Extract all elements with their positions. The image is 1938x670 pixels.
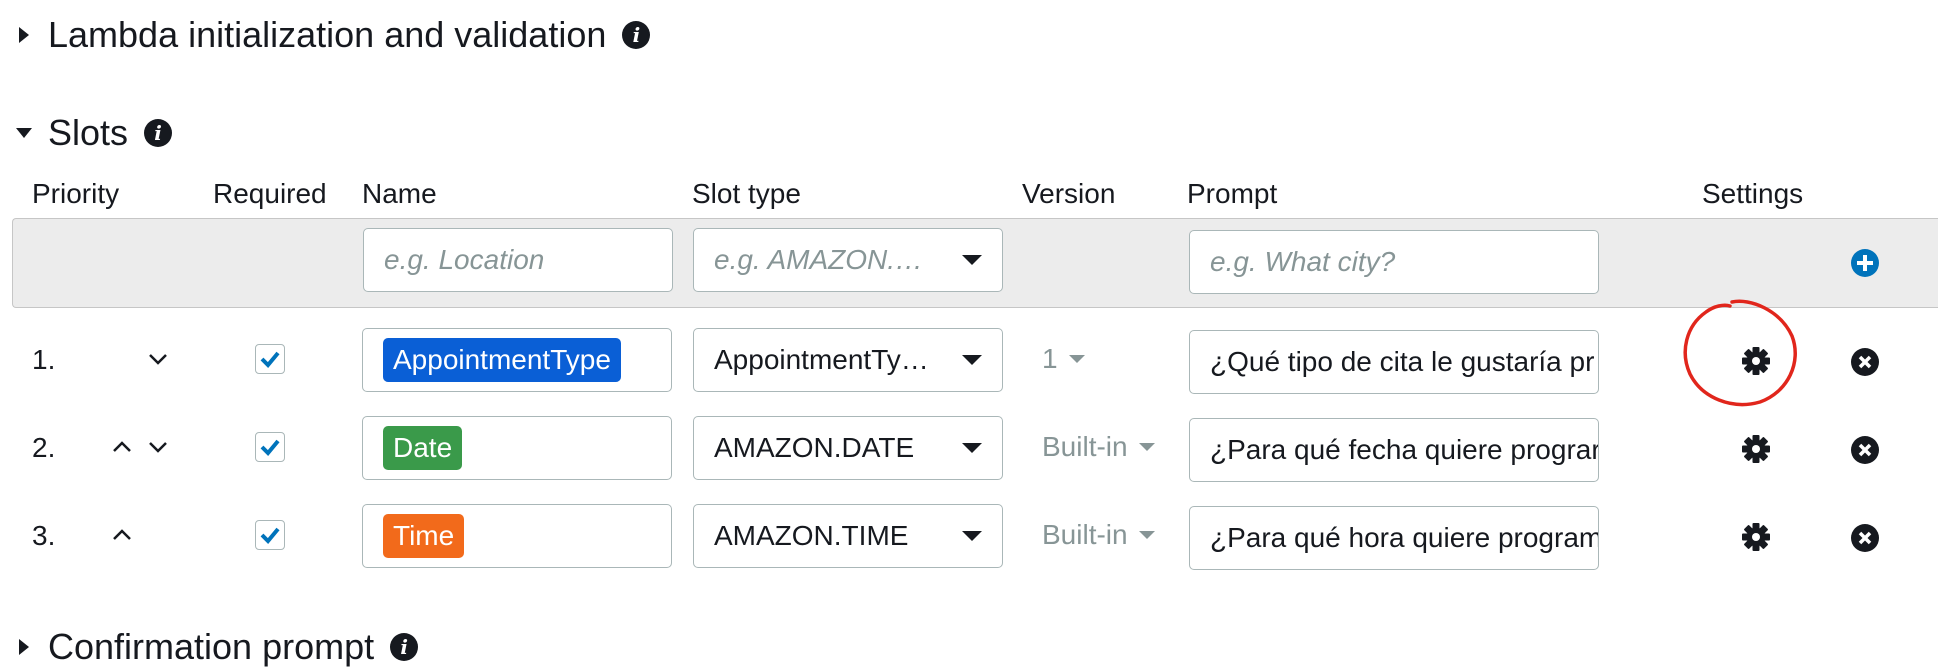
section-slots-header[interactable]: Slots i bbox=[0, 108, 173, 158]
remove-slot-icon[interactable] bbox=[1850, 523, 1880, 553]
select-value: AppointmentTy… bbox=[714, 344, 929, 375]
column-header-version: Version bbox=[1022, 178, 1116, 209]
select-value: e.g. AMAZON.… bbox=[714, 244, 924, 275]
remove-slot-icon[interactable] bbox=[1850, 347, 1880, 377]
new-slot-prompt-field[interactable] bbox=[1189, 230, 1599, 294]
column-header-required: Required bbox=[213, 178, 327, 209]
info-icon[interactable]: i bbox=[144, 119, 173, 147]
column-header-name: Name bbox=[362, 178, 437, 209]
required-checkbox[interactable] bbox=[255, 432, 285, 462]
version-select[interactable]: Built-in bbox=[1042, 431, 1156, 463]
new-slot-name-input[interactable] bbox=[364, 244, 672, 276]
prompt-value: ¿Para qué fecha quiere prograr bbox=[1210, 434, 1598, 465]
version-value: Built-in bbox=[1042, 431, 1128, 462]
prompt-value: ¿Para qué hora quiere program bbox=[1210, 522, 1598, 553]
version-value: 1 bbox=[1042, 343, 1058, 374]
add-slot-icon[interactable] bbox=[1850, 248, 1880, 278]
slot-name-field[interactable]: Date bbox=[362, 416, 672, 480]
priority-number: 1. bbox=[32, 344, 56, 375]
info-icon[interactable]: i bbox=[622, 21, 651, 49]
move-up-icon[interactable] bbox=[106, 519, 138, 551]
required-checkbox[interactable] bbox=[255, 344, 285, 374]
section-title: Lambda initialization and validation bbox=[48, 14, 607, 55]
dropdown-arrow-icon bbox=[942, 254, 1002, 266]
slot-type-select[interactable]: AMAZON.DATE bbox=[693, 416, 1003, 480]
slot-name-field[interactable]: AppointmentType bbox=[362, 328, 672, 392]
slot-name-chip: AppointmentType bbox=[383, 338, 621, 382]
version-select[interactable]: Built-in bbox=[1042, 519, 1156, 551]
dropdown-arrow-icon bbox=[942, 442, 1002, 454]
slot-type-select[interactable]: AppointmentTy… bbox=[693, 328, 1003, 392]
gear-icon[interactable] bbox=[1740, 521, 1772, 553]
version-value: Built-in bbox=[1042, 519, 1128, 550]
slot-name-chip: Date bbox=[383, 426, 463, 470]
dropdown-arrow-icon bbox=[942, 354, 1002, 366]
section-confirmation-header[interactable]: Confirmation prompt i bbox=[0, 622, 419, 670]
move-up-icon[interactable] bbox=[106, 431, 138, 463]
priority-number: 2. bbox=[32, 432, 56, 463]
gear-icon[interactable] bbox=[1740, 433, 1772, 465]
caret-right-icon[interactable] bbox=[0, 26, 48, 44]
section-title: Slots bbox=[48, 112, 129, 153]
slot-prompt-field[interactable]: ¿Qué tipo de cita le gustaría pr bbox=[1189, 330, 1599, 394]
prompt-value: ¿Qué tipo de cita le gustaría pr bbox=[1210, 346, 1595, 377]
slot-name-field[interactable]: Time bbox=[362, 504, 672, 568]
column-header-prompt: Prompt bbox=[1187, 178, 1278, 209]
section-lambda-header[interactable]: Lambda initialization and validation i bbox=[0, 10, 651, 60]
select-value: AMAZON.DATE bbox=[714, 432, 915, 463]
column-header-slot-type: Slot type bbox=[692, 178, 801, 209]
move-down-icon[interactable] bbox=[142, 343, 174, 375]
remove-slot-icon[interactable] bbox=[1850, 435, 1880, 465]
slot-prompt-field[interactable]: ¿Para qué fecha quiere prograr bbox=[1189, 418, 1599, 482]
priority-number: 3. bbox=[32, 520, 56, 551]
select-value: AMAZON.TIME bbox=[714, 520, 909, 551]
version-select[interactable]: 1 bbox=[1042, 343, 1086, 375]
gear-icon[interactable] bbox=[1740, 345, 1772, 377]
caret-right-icon[interactable] bbox=[0, 638, 48, 656]
new-slot-type-select[interactable]: e.g. AMAZON.… bbox=[693, 228, 1003, 292]
new-slot-prompt-input[interactable] bbox=[1190, 246, 1598, 278]
move-down-icon[interactable] bbox=[142, 431, 174, 463]
new-slot-name-field[interactable] bbox=[363, 228, 673, 292]
required-checkbox[interactable] bbox=[255, 520, 285, 550]
dropdown-arrow-icon bbox=[942, 530, 1002, 542]
slot-name-chip: Time bbox=[383, 514, 465, 558]
caret-down-icon[interactable] bbox=[0, 126, 48, 140]
column-header-priority: Priority bbox=[32, 178, 120, 209]
column-header-settings: Settings bbox=[1702, 178, 1804, 209]
section-title: Confirmation prompt bbox=[48, 626, 375, 667]
slot-type-select[interactable]: AMAZON.TIME bbox=[693, 504, 1003, 568]
slot-prompt-field[interactable]: ¿Para qué hora quiere program bbox=[1189, 506, 1599, 570]
info-icon[interactable]: i bbox=[390, 633, 419, 661]
